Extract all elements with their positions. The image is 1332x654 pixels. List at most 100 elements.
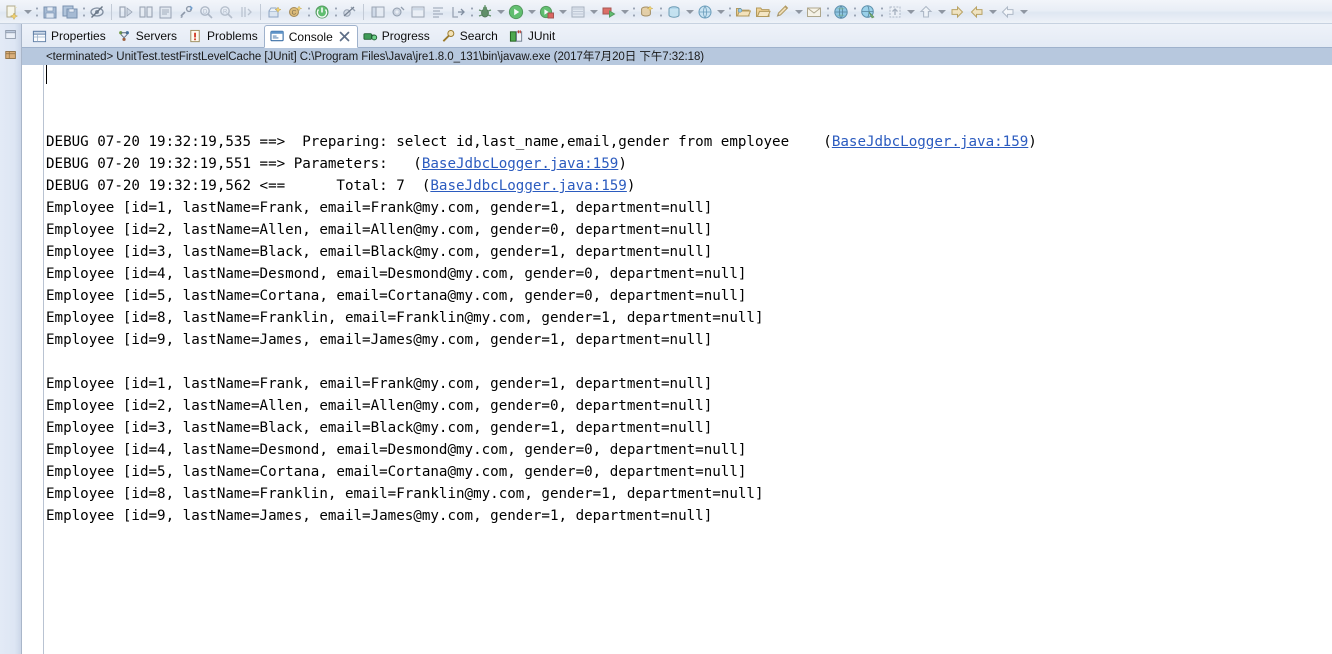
toolbar-button-5[interactable] — [87, 1, 107, 23]
toolbar-button-24[interactable] — [408, 1, 428, 23]
save-icon[interactable] — [40, 3, 60, 21]
run-icon[interactable] — [506, 3, 526, 21]
toolbar-button-40[interactable] — [753, 1, 773, 23]
debug-icon[interactable] — [475, 3, 495, 21]
open-type-icon[interactable] — [236, 3, 256, 21]
toolbar-button-11[interactable]: D — [196, 1, 216, 23]
toolbar-button-37[interactable] — [695, 1, 726, 23]
chevron-down-icon[interactable] — [22, 3, 33, 21]
open-perspective-icon[interactable] — [368, 3, 388, 21]
chevron-down-icon[interactable] — [905, 3, 916, 21]
next-annotation-icon[interactable] — [116, 3, 136, 21]
toolbar-button-20[interactable] — [339, 1, 359, 23]
chevron-down-icon[interactable] — [557, 3, 568, 21]
toolbar-button-15[interactable] — [265, 1, 285, 23]
tab-problems[interactable]: Problems — [183, 25, 264, 47]
toolbar-button-13[interactable] — [236, 1, 256, 23]
toolbar-button-44[interactable] — [831, 1, 851, 23]
toolbar-button-22[interactable] — [368, 1, 388, 23]
external-tools-icon[interactable] — [388, 3, 408, 21]
toggle-mark-occurrences-icon[interactable] — [87, 3, 107, 21]
tab-servers[interactable]: Servers — [112, 25, 183, 47]
toggle-breadcrumb-icon[interactable] — [408, 3, 428, 21]
open-file-icon[interactable] — [753, 3, 773, 21]
toolbar-button-10[interactable] — [176, 1, 196, 23]
chevron-down-icon[interactable] — [715, 3, 726, 21]
toolbar-button-42[interactable] — [804, 1, 824, 23]
chevron-down-icon[interactable] — [684, 3, 695, 21]
toolbar-button-46[interactable] — [858, 1, 878, 23]
toolbar-button-30[interactable] — [537, 1, 568, 23]
console-output[interactable]: DEBUG 07-20 19:32:19,535 ==> Preparing: … — [44, 65, 1332, 654]
toolbar-button-2[interactable] — [40, 1, 60, 23]
sql-scrapbook-icon[interactable] — [695, 3, 715, 21]
print-icon[interactable] — [156, 3, 176, 21]
close-icon[interactable] — [339, 31, 351, 43]
chevron-down-icon[interactable] — [526, 3, 537, 21]
toolbar-button-0[interactable] — [2, 1, 33, 23]
tab-console[interactable]: Console — [263, 25, 358, 48]
toolbar-button-28[interactable] — [475, 1, 506, 23]
toolbar-button-18[interactable] — [312, 1, 332, 23]
terminate-icon[interactable] — [312, 3, 332, 21]
toolbar-button-3[interactable] — [60, 1, 80, 23]
toolbar-button-49[interactable] — [916, 1, 947, 23]
console-stack-link[interactable]: BaseJdbcLogger.java:159 — [422, 156, 618, 172]
toolbar-button-51[interactable] — [967, 1, 998, 23]
chevron-down-icon[interactable] — [495, 3, 506, 21]
fast-view-bar[interactable] — [0, 24, 22, 654]
coverage-icon[interactable] — [537, 3, 557, 21]
restore-view-icon[interactable] — [2, 26, 20, 44]
chevron-down-icon[interactable] — [987, 3, 998, 21]
server-icon[interactable] — [568, 3, 588, 21]
tab-junit[interactable]: JUnit — [504, 25, 561, 47]
toolbar-button-31[interactable] — [568, 1, 599, 23]
toolbar-button-50[interactable] — [947, 1, 967, 23]
toolbar-button-48[interactable] — [885, 1, 916, 23]
chevron-down-icon[interactable] — [793, 3, 804, 21]
toolbar-button-26[interactable] — [448, 1, 468, 23]
next-edit-icon[interactable] — [998, 3, 1018, 21]
format-icon[interactable] — [428, 3, 448, 21]
search-references-icon[interactable]: R — [216, 3, 236, 21]
toolbar-button-41[interactable] — [773, 1, 804, 23]
toolbar-button-34[interactable] — [637, 1, 657, 23]
console-stack-link[interactable]: BaseJdbcLogger.java:159 — [832, 134, 1028, 150]
toolbar-button-12[interactable]: R — [216, 1, 236, 23]
forward-nav-icon[interactable] — [967, 3, 987, 21]
mail-icon[interactable] — [804, 3, 824, 21]
toolbar-button-16[interactable]: C — [285, 1, 305, 23]
database-icon[interactable] — [664, 3, 684, 21]
chevron-down-icon[interactable] — [1018, 3, 1029, 21]
toolbar-button-23[interactable] — [388, 1, 408, 23]
toolbar-button-25[interactable] — [428, 1, 448, 23]
new-java-class-icon[interactable]: C — [285, 3, 305, 21]
toolbar-button-9[interactable] — [156, 1, 176, 23]
chevron-down-icon[interactable] — [619, 3, 630, 21]
open-folder-icon[interactable] — [733, 3, 753, 21]
console-stack-link[interactable]: BaseJdbcLogger.java:159 — [430, 178, 626, 194]
skip-breakpoints-icon[interactable] — [339, 3, 359, 21]
chevron-down-icon[interactable] — [588, 3, 599, 21]
globe-icon[interactable] — [831, 3, 851, 21]
web-browser-icon[interactable] — [858, 3, 878, 21]
tab-progress[interactable]: Progress — [358, 25, 436, 47]
new-java-project-icon[interactable] — [265, 3, 285, 21]
new-connection-icon[interactable] — [637, 3, 657, 21]
toolbar-button-39[interactable] — [733, 1, 753, 23]
run-last-tool-icon[interactable] — [599, 3, 619, 21]
export-icon[interactable] — [448, 3, 468, 21]
edit-icon[interactable] — [773, 3, 793, 21]
toolbar-button-32[interactable] — [599, 1, 630, 23]
build-icon[interactable] — [176, 3, 196, 21]
toolbar-button-7[interactable] — [116, 1, 136, 23]
up-arrow-icon[interactable] — [916, 3, 936, 21]
tab-search[interactable]: Search — [436, 25, 504, 47]
toolbar-button-36[interactable] — [664, 1, 695, 23]
tab-properties[interactable]: Properties — [27, 25, 112, 47]
search-declaration-icon[interactable]: D — [196, 3, 216, 21]
toolbar-button-8[interactable] — [136, 1, 156, 23]
toolbar-button-29[interactable] — [506, 1, 537, 23]
back-nav-icon[interactable] — [947, 3, 967, 21]
package-explorer-fastview-icon[interactable] — [2, 46, 20, 64]
